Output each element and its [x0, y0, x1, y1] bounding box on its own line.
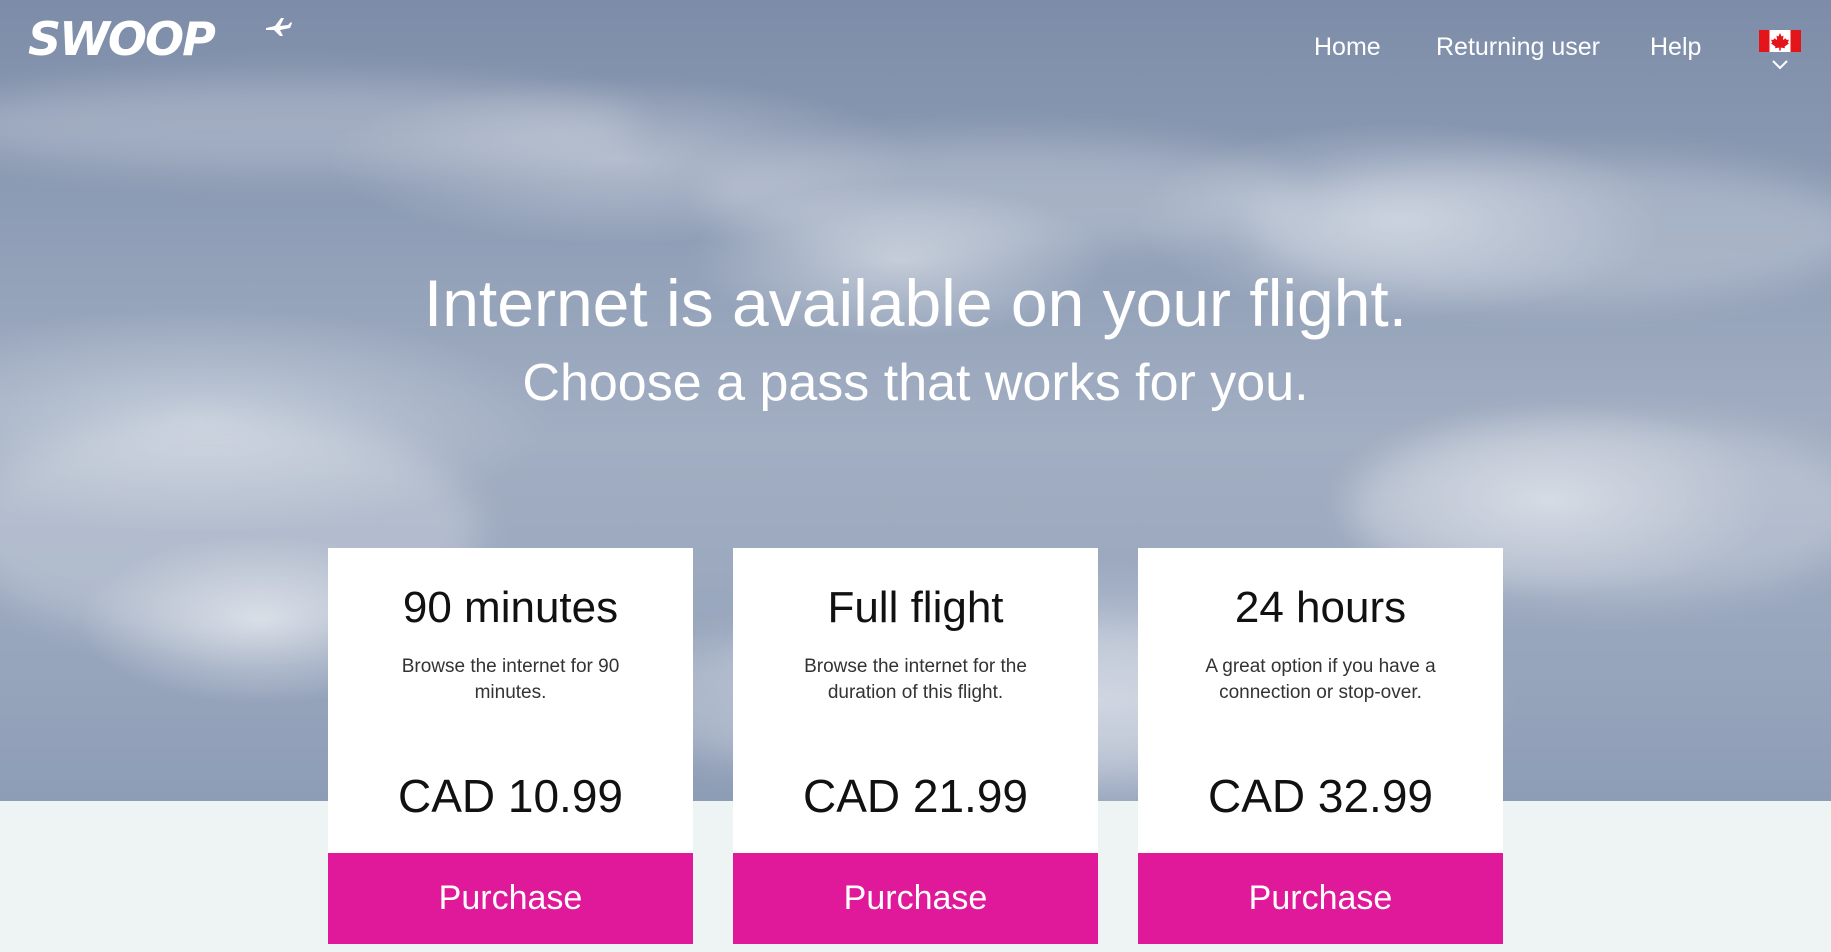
hero-headline: Internet is available on your flight.: [423, 266, 1408, 340]
canada-flag-icon[interactable]: [1759, 30, 1801, 52]
swoop-logo[interactable]: SWOOP: [28, 12, 292, 66]
plan-description: Browse the internet for 90 minutes.: [401, 656, 620, 703]
airplane-icon: [266, 18, 292, 36]
plan-title: Full flight: [827, 583, 1004, 632]
plan-description: Browse the internet for the duration of …: [804, 656, 1027, 703]
logo-wordmark: SWOOP: [28, 12, 216, 66]
plan-card-24-hours: 24 hours A great option if you have a co…: [1138, 548, 1503, 944]
purchase-button[interactable]: Purchase: [328, 853, 693, 944]
plan-price: CAD 10.99: [397, 770, 623, 822]
cloud-decoration: [0, 80, 640, 170]
cloud-decoration: [700, 140, 1300, 250]
plan-card-90-minutes: 90 minutes Browse the internet for 90 mi…: [328, 548, 693, 944]
chevron-down-icon[interactable]: [1771, 58, 1789, 70]
plan-price: CAD 21.99: [802, 770, 1028, 822]
plan-card-full-flight: Full flight Browse the internet for the …: [733, 548, 1098, 944]
purchase-button[interactable]: Purchase: [1138, 853, 1503, 944]
top-navigation-bar: SWOOP Home Returning user Help: [0, 0, 1831, 90]
nav-help-link[interactable]: Help: [1650, 30, 1701, 64]
plan-title: 90 minutes: [402, 583, 619, 632]
plan-description: A great option if you have a connection …: [1205, 656, 1436, 703]
nav-home-link[interactable]: Home: [1314, 30, 1381, 64]
plan-title: 24 hours: [1234, 583, 1407, 632]
hero-subheadline: Choose a pass that works for you.: [522, 354, 1309, 412]
purchase-button[interactable]: Purchase: [733, 853, 1098, 944]
plan-price: CAD 32.99: [1207, 770, 1433, 822]
nav-returning-user-link[interactable]: Returning user: [1436, 30, 1600, 64]
